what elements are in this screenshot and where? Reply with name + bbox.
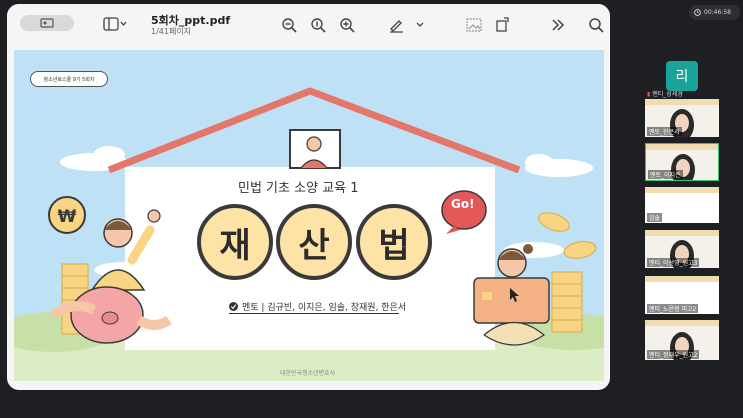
- rotate-icon: [496, 17, 509, 32]
- session-badge: 청소년로스쿨 9기 5회차: [30, 71, 108, 87]
- expand-toolbar-button[interactable]: [549, 16, 567, 34]
- image-icon: [466, 18, 482, 32]
- zoom-out-button[interactable]: [280, 16, 298, 34]
- won-coin-icon: ₩: [57, 207, 77, 227]
- participant-name: 멘티_이선영_원고3: [647, 258, 700, 267]
- pdf-viewer-window: 5회차_ppt.pdf 1/41페이지 청소년로스쿨 9기 5회차 ₩ Go! …: [7, 4, 610, 390]
- participant-tile[interactable]: 멘티_이선영_원고3: [645, 230, 719, 268]
- check-circle-icon: [229, 302, 238, 311]
- meeting-time: 00:46:58: [704, 9, 731, 16]
- slide-page: 청소년로스쿨 9기 5회차 ₩ Go! 민법 기초 소양 교육 1 재 산 법 …: [14, 50, 604, 381]
- chevron-double-right-icon: [552, 19, 565, 31]
- profile-card-icon: [40, 18, 54, 28]
- mentor-names: 멘토 | 김규빈, 이지은, 임솔, 장재원, 한은서: [242, 303, 407, 313]
- mentor-list: 멘토 | 김규빈, 이지은, 임솔, 장재원, 한은서: [229, 300, 406, 313]
- participant-tile[interactable]: 멘토_한은서: [645, 99, 719, 137]
- footer-logo: 대한민국청소년변호사: [280, 370, 336, 377]
- page-indicator: 1/41페이지: [151, 27, 192, 36]
- participant-name: 임솔: [647, 213, 663, 222]
- slide-subtitle: 민법 기초 소양 교육 1: [238, 181, 359, 196]
- zoom-reset-icon: [311, 18, 326, 33]
- search-button[interactable]: [587, 16, 605, 34]
- host-label: ▮ 멘티_성세경: [647, 91, 683, 98]
- pdf-toolbar: 5회차_ppt.pdf 1/41페이지: [7, 4, 610, 46]
- participant-name: 멘토_이지은: [648, 170, 683, 179]
- participant-name: 멘티_노윤범 피고2: [647, 304, 699, 313]
- meeting-timer: 00:46:58: [689, 5, 740, 20]
- search-icon: [589, 18, 604, 33]
- participant-tile[interactable]: 멘토_이지은: [645, 143, 719, 181]
- user-profile-button[interactable]: [20, 15, 74, 31]
- title-char-2: 산: [276, 204, 352, 280]
- zoom-in-button[interactable]: [338, 16, 356, 34]
- go-bubble-text: Go!: [451, 197, 475, 211]
- clock-icon: [694, 9, 701, 16]
- actual-size-button[interactable]: [309, 16, 327, 34]
- sidebar-toggle-button[interactable]: [100, 16, 130, 32]
- image-button[interactable]: [465, 16, 483, 34]
- markup-button[interactable]: [387, 16, 427, 34]
- participant-avatar[interactable]: 리: [666, 61, 698, 91]
- participant-name: 멘티_정재우_원고2: [647, 350, 700, 359]
- participant-tile[interactable]: 임솔: [645, 187, 719, 223]
- sidebar-icon: [103, 17, 127, 31]
- participant-tile[interactable]: 멘티_노윤범 피고2: [645, 276, 719, 314]
- pen-icon: [390, 20, 424, 33]
- title-char-1: 재: [197, 204, 273, 280]
- zoom-in-icon: [340, 18, 355, 33]
- zoom-out-icon: [282, 18, 297, 33]
- participant-name: 멘토_한은서: [647, 127, 682, 136]
- rotate-button[interactable]: [494, 15, 512, 33]
- participant-tile[interactable]: 멘티_정재우_원고2: [645, 320, 719, 360]
- title-char-3: 법: [356, 204, 432, 280]
- mentor-underline: [229, 313, 399, 314]
